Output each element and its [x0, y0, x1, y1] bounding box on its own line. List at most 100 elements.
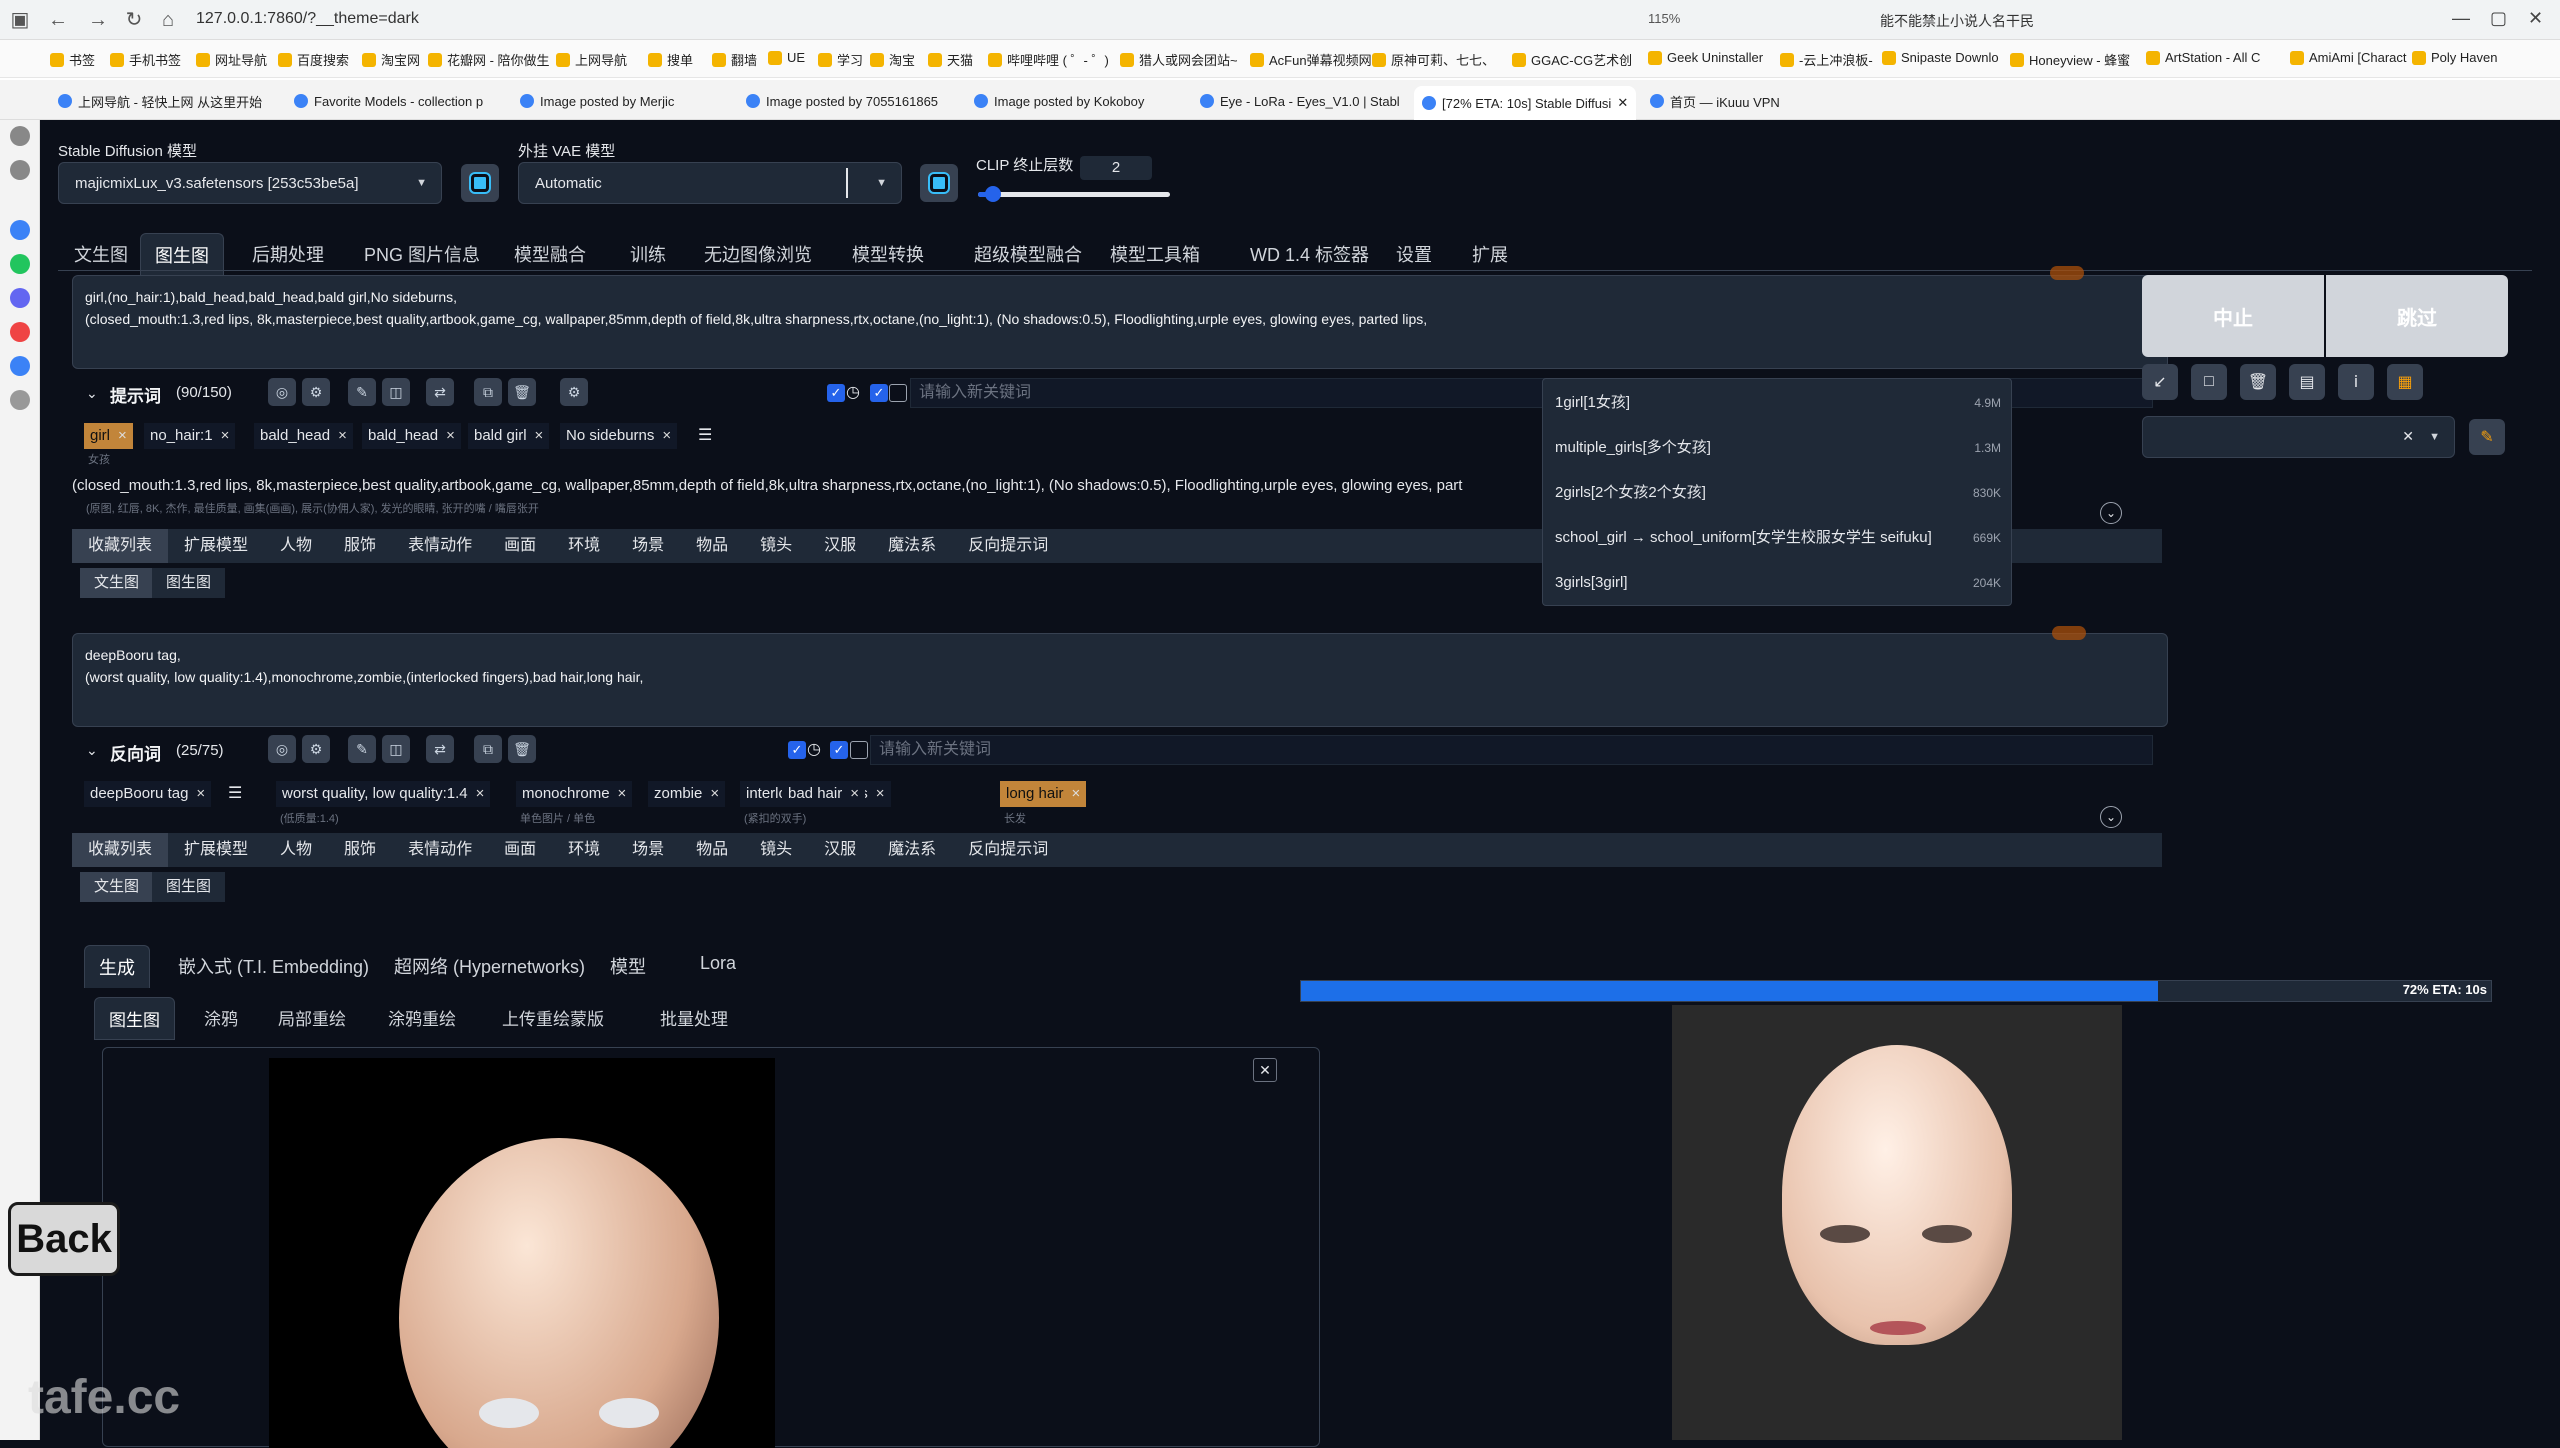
bookmark-item[interactable]: -云上冲浪板- — [1780, 50, 1873, 69]
category-tab[interactable]: 画面 — [488, 833, 552, 867]
bookmark-item[interactable]: 翻墙 — [712, 50, 757, 69]
bookmark-item[interactable]: 天猫 — [928, 50, 973, 69]
browser-tab[interactable]: 上网导航 - 轻快上网 从这里开始 — [50, 86, 270, 116]
bookmark-item[interactable]: AmiAmi [Charact — [2290, 50, 2407, 65]
category-tab[interactable]: 场景 — [616, 833, 680, 867]
interrupt-button[interactable]: 中止 — [2142, 275, 2324, 357]
tag-chip[interactable]: long hair × — [1000, 781, 1087, 807]
category-tab[interactable]: 反向提示词 — [952, 833, 1064, 867]
info-icon[interactable]: ⅰ — [2338, 364, 2374, 400]
category-tab[interactable]: 物品 — [680, 529, 744, 563]
expand-icon[interactable]: ⌄ — [2100, 502, 2122, 524]
tag-chip[interactable]: deepBooru tag × — [84, 781, 212, 807]
bookmark-item[interactable]: 书签 — [50, 50, 95, 69]
refresh-vae-button[interactable] — [920, 164, 958, 202]
tag-chip[interactable]: girl × — [84, 423, 133, 449]
tag-chip[interactable]: worst quality, low quality:1.4 × — [276, 781, 491, 807]
app-icon-4[interactable] — [10, 322, 30, 342]
home-icon[interactable]: ⌂ — [156, 8, 180, 32]
bookmark-item[interactable]: Geek Uninstaller — [1648, 50, 1763, 65]
trash-icon[interactable]: 🗑 — [508, 378, 536, 406]
translate-icon[interactable]: ⇄ — [426, 378, 454, 406]
main-tab[interactable]: PNG 图片信息 — [350, 233, 494, 275]
expand-icon[interactable]: ⌄ — [2100, 806, 2122, 828]
bookmark-item[interactable]: 猎人或网会团站~ — [1120, 50, 1238, 69]
category-tab[interactable]: 环境 — [552, 833, 616, 867]
sub-tab[interactable]: 图生图 — [152, 872, 226, 902]
settings-icon[interactable]: ⚙ — [302, 735, 330, 763]
clip-slider-track[interactable] — [978, 186, 1170, 202]
output-image[interactable] — [1672, 1005, 2122, 1440]
negative-prompt-textarea[interactable]: deepBooru tag, (worst quality, low quali… — [72, 633, 2168, 727]
tag-chip[interactable]: bald_head × — [254, 423, 353, 449]
sidebar-toggle-icon[interactable]: ▣ — [8, 8, 32, 32]
clear-icon[interactable]: ✕ — [2402, 428, 2414, 445]
main-tab[interactable]: 扩展 — [1458, 233, 1522, 275]
remove-tag-icon[interactable]: × — [338, 427, 347, 444]
main-tab[interactable]: 设置 — [1382, 233, 1446, 275]
app-icon-1[interactable] — [10, 220, 30, 240]
category-tab[interactable]: 人物 — [264, 529, 328, 563]
vae-select[interactable]: Automatic ▼ — [518, 162, 902, 204]
img2img-tab[interactable]: 涂鸦 — [190, 997, 252, 1038]
refresh-model-button[interactable] — [461, 164, 499, 202]
extension-text[interactable]: 能不能禁止小说人名干民 — [1880, 11, 2034, 31]
styles-icon[interactable]: ▦ — [2387, 364, 2423, 400]
browser-tab[interactable]: Favorite Models - collection p — [286, 86, 491, 116]
remove-tag-icon[interactable]: × — [196, 785, 205, 802]
category-tab[interactable]: 汉服 — [808, 529, 872, 563]
bookmark-item[interactable]: 上网导航 — [556, 50, 627, 69]
img2img-tab[interactable]: 图生图 — [94, 997, 175, 1040]
generation-tab[interactable]: Lora — [686, 945, 750, 982]
bookmark-item[interactable]: 花瓣网 - 陪你做生 — [428, 50, 550, 69]
category-tab[interactable]: 人物 — [264, 833, 328, 867]
bookmark-item[interactable]: Honeyview - 蜂蜜 — [2010, 50, 2130, 69]
remove-tag-icon[interactable]: × — [446, 427, 455, 444]
edit-icon[interactable]: ✎ — [348, 378, 376, 406]
tag-chip[interactable]: no_hair:1 × — [144, 423, 236, 449]
category-tab[interactable]: 收藏列表 — [72, 833, 169, 867]
browser-tab[interactable]: [72% ETA: 10s] Stable Diffusi ✕ — [1414, 86, 1637, 120]
sub-tab[interactable]: 文生图 — [80, 568, 154, 598]
bookmark-item[interactable]: ArtStation - All C — [2146, 50, 2260, 65]
category-tab[interactable]: 画面 — [488, 529, 552, 563]
autocomplete-item[interactable]: school_girl → school_uniform[女学生校服女学生 se… — [1543, 516, 2013, 560]
remove-tag-icon[interactable]: × — [662, 427, 671, 444]
autocomplete-item[interactable]: 1girl[1女孩] 4.9M — [1543, 381, 2013, 425]
category-tab[interactable]: 镜头 — [744, 529, 808, 563]
checkbox-1[interactable]: ✓ — [788, 741, 806, 759]
trash-icon[interactable]: 🗑 — [2240, 364, 2276, 400]
clip-slider-thumb[interactable] — [985, 186, 1002, 202]
category-tab[interactable]: 表情动作 — [392, 529, 488, 563]
generation-tab[interactable]: 超网络 (Hypernetworks) — [380, 945, 599, 987]
img2img-tab[interactable]: 局部重绘 — [264, 997, 360, 1038]
category-tab[interactable]: 镜头 — [744, 833, 808, 867]
bookmark-item[interactable]: 哔哩哔哩 ( ゜- ゜) — [988, 50, 1109, 69]
category-tab[interactable]: 场景 — [616, 529, 680, 563]
minimize-icon[interactable]: — — [2452, 8, 2470, 29]
category-tab[interactable]: 服饰 — [328, 529, 392, 563]
img2img-tab[interactable]: 上传重绘蒙版 — [488, 997, 618, 1038]
remove-tag-icon[interactable]: × — [876, 785, 885, 802]
back-icon[interactable]: ← — [46, 8, 70, 32]
img2img-tab[interactable]: 涂鸦重绘 — [374, 997, 470, 1038]
remove-tag-icon[interactable]: × — [221, 427, 230, 444]
category-tab[interactable]: 物品 — [680, 833, 744, 867]
bookmark-item[interactable]: 手机书签 — [110, 50, 181, 69]
category-tab[interactable]: 环境 — [552, 529, 616, 563]
img2img-tab[interactable]: 批量处理 — [646, 997, 742, 1038]
close-image-icon[interactable]: ✕ — [1253, 1058, 1277, 1082]
close-tab-icon[interactable]: ✕ — [1617, 95, 1628, 111]
list-icon[interactable]: ☰ — [228, 783, 242, 803]
settings-icon[interactable]: ⚙ — [302, 378, 330, 406]
autocomplete-item[interactable]: multiple_girls[多个女孩] 1.3M — [1543, 426, 2013, 470]
main-tab[interactable]: 超级模型融合 — [960, 233, 1096, 275]
category-tab[interactable]: 魔法系 — [872, 833, 952, 867]
checkbox-3[interactable] — [889, 384, 907, 402]
generation-tab[interactable]: 生成 — [84, 945, 150, 988]
collapse-icon[interactable]: ⌄ — [86, 742, 98, 759]
zoom-level[interactable]: 115% — [1648, 11, 1680, 26]
forward-icon[interactable]: → — [86, 8, 110, 32]
copy-icon[interactable]: ⧉ — [474, 735, 502, 763]
main-tab[interactable]: 模型融合 — [500, 233, 600, 275]
